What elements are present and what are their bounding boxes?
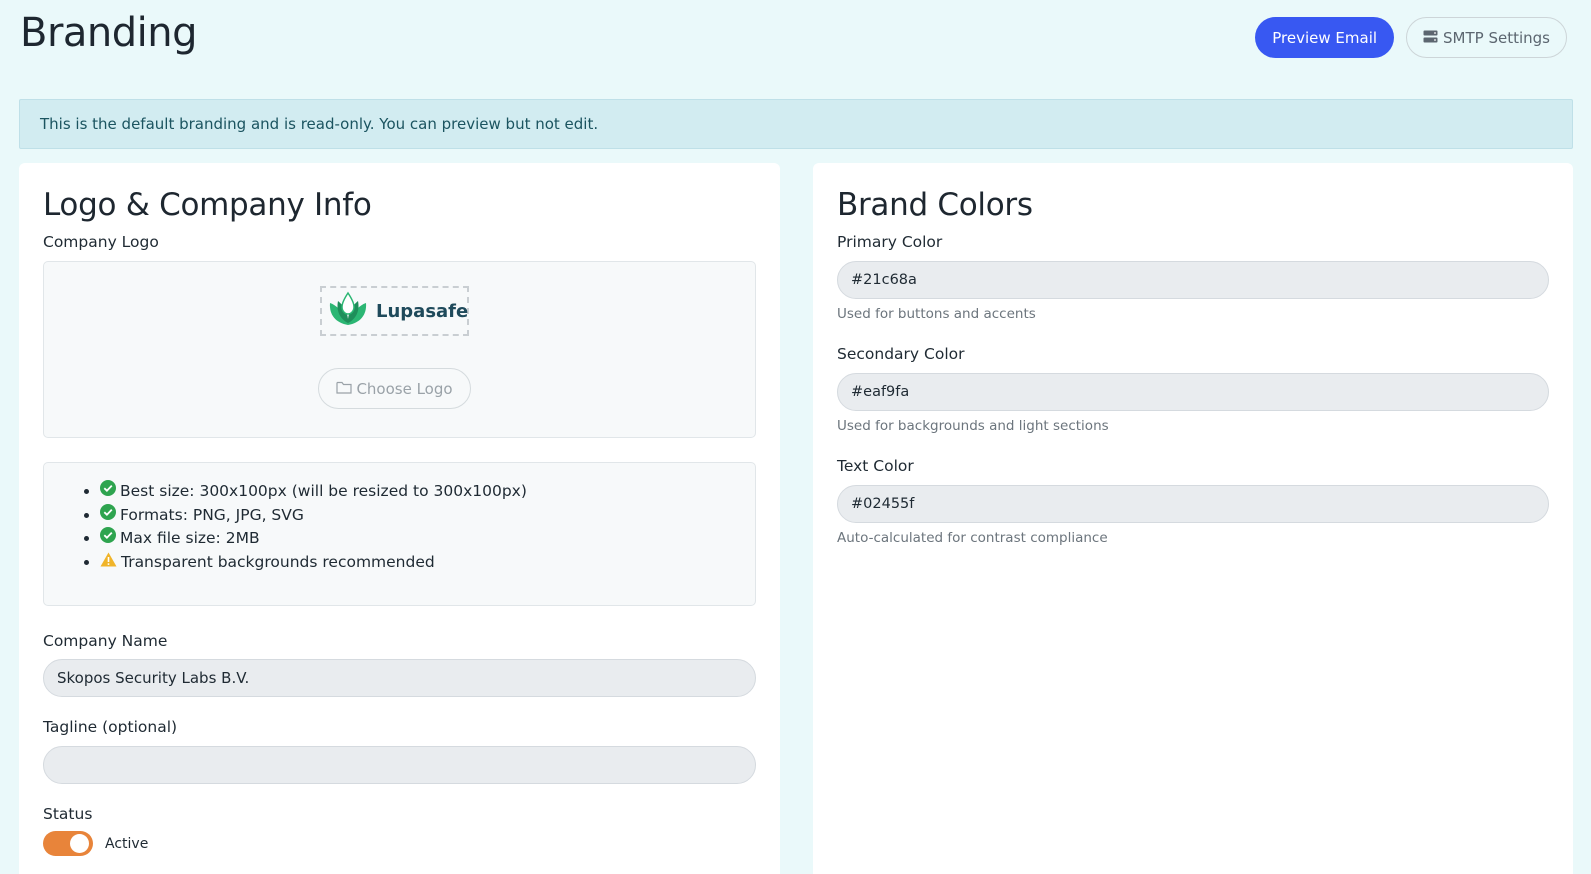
choose-logo-label: Choose Logo (356, 379, 453, 398)
choose-logo-button[interactable]: Choose Logo (318, 368, 471, 409)
secondary-color-input[interactable] (837, 373, 1549, 411)
logo-preview: Lupasafe (320, 286, 469, 336)
read-only-alert: This is the default branding and is read… (19, 99, 1573, 149)
check-circle-icon (100, 503, 116, 528)
company-name-input[interactable] (43, 659, 756, 697)
check-circle-icon (100, 527, 116, 551)
primary-color-label: Primary Color (837, 233, 943, 251)
secondary-color-help: Used for backgrounds and light sections (837, 418, 1109, 434)
server-icon (1423, 29, 1438, 47)
logo-guidelines: Best size: 300x100px (will be resized to… (43, 462, 756, 606)
text-color-input[interactable] (837, 485, 1549, 523)
lupasafe-logo-icon (326, 289, 370, 333)
list-item: Best size: 300x100px (will be resized to… (100, 480, 755, 504)
tagline-input[interactable] (43, 746, 756, 784)
smtp-settings-button[interactable]: SMTP Settings (1406, 17, 1567, 58)
page-title: Branding (20, 10, 198, 56)
text-color-help: Auto-calculated for contrast compliance (837, 530, 1108, 546)
logo-company-card: Logo & Company Info Company Logo Lupasaf… (19, 163, 780, 874)
status-row: Active (43, 831, 756, 856)
guidelines-list: Best size: 300x100px (will be resized to… (86, 480, 755, 574)
primary-color-help: Used for buttons and accents (837, 306, 1036, 322)
status-label: Status (43, 805, 93, 823)
colors-section-title: Brand Colors (837, 187, 1033, 223)
alert-text: This is the default branding and is read… (40, 115, 599, 133)
logo-section-title: Logo & Company Info (43, 187, 372, 223)
brand-colors-card: Brand Colors Primary Color Used for butt… (813, 163, 1573, 874)
list-item: Max file size: 2MB (100, 527, 755, 551)
tagline-label: Tagline (optional) (43, 718, 178, 736)
header-actions: Preview Email SMTP Settings (1255, 17, 1567, 58)
company-logo-label: Company Logo (43, 233, 159, 251)
folder-icon (336, 380, 353, 398)
logo-wordmark: Lupasafe (376, 300, 469, 322)
guideline-text: Best size: 300x100px (will be resized to… (120, 482, 527, 500)
list-item: Transparent backgrounds recommended (100, 551, 755, 575)
text-color-label: Text Color (837, 457, 914, 475)
warning-icon (100, 551, 117, 575)
status-toggle[interactable] (43, 831, 93, 856)
primary-color-input[interactable] (837, 261, 1549, 299)
status-value: Active (105, 835, 149, 852)
smtp-settings-label: SMTP Settings (1443, 28, 1550, 47)
guideline-text: Formats: PNG, JPG, SVG (120, 505, 304, 524)
preview-email-button[interactable]: Preview Email (1255, 17, 1395, 58)
check-circle-icon (100, 480, 116, 504)
guideline-text: Max file size: 2MB (120, 529, 260, 548)
logo-upload-area: Lupasafe Choose Logo (43, 261, 756, 438)
list-item: Formats: PNG, JPG, SVG (100, 503, 755, 528)
company-name-label: Company Name (43, 632, 168, 650)
secondary-color-label: Secondary Color (837, 345, 965, 363)
guideline-text: Transparent backgrounds recommended (121, 552, 435, 571)
toggle-knob (70, 834, 89, 853)
